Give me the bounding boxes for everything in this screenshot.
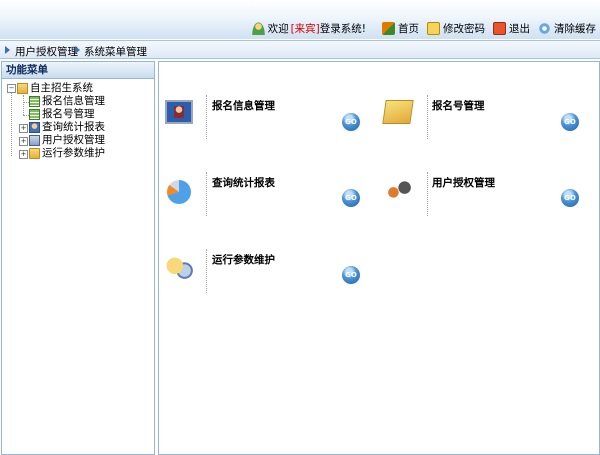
- breadcrumb: 用户授权管理 系统菜单管理: [0, 40, 600, 59]
- go-button-registration-info[interactable]: GO: [342, 113, 360, 131]
- home-link[interactable]: 首页: [398, 21, 419, 36]
- home-icon[interactable]: [382, 21, 395, 35]
- tile-title-user-auth: 用户授权管理: [432, 177, 495, 189]
- go-button-user-auth[interactable]: GO: [561, 189, 579, 207]
- users-icon: [385, 178, 413, 202]
- refresh-icon[interactable]: [538, 21, 551, 35]
- guest-label: [来宾]: [290, 22, 320, 35]
- folder-cards-icon: [382, 100, 414, 124]
- breadcrumb-arrow-icon: [5, 46, 10, 54]
- sidebar-item-registration-info[interactable]: 报名信息管理: [42, 95, 105, 108]
- breadcrumb-arrow-icon: [75, 46, 80, 54]
- main-panel: 报名信息管理 GO 报名号管理 GO 查询统计报表 GO 用户授权管理 GO 运…: [158, 61, 600, 455]
- top-nav: 欢迎 [来宾] 登录系统! 首页 修改密码 退出 清除缓存: [246, 20, 598, 36]
- breadcrumb-item-current: 系统菜单管理: [84, 46, 147, 58]
- pie-chart-icon: [167, 180, 191, 204]
- settings-folder-icon: [165, 255, 193, 279]
- top-banner: 欢迎 [来宾] 登录系统! 首页 修改密码 退出 清除缓存: [0, 0, 600, 39]
- tile-title-registration-info: 报名信息管理: [212, 100, 275, 112]
- logout-icon[interactable]: [493, 21, 506, 35]
- tile-title-runtime-params: 运行参数维护: [212, 254, 275, 266]
- sidebar-item-runtime-params[interactable]: 运行参数维护: [42, 147, 105, 160]
- welcome-prefix: 欢迎: [267, 22, 289, 35]
- edit-password-icon[interactable]: [427, 21, 440, 35]
- tree-root-label[interactable]: 自主招生系统: [30, 82, 93, 95]
- monitor-user-icon: [165, 100, 193, 124]
- expand-toggle[interactable]: +: [19, 150, 28, 159]
- breadcrumb-item[interactable]: 用户授权管理: [15, 44, 78, 59]
- table-icon: [29, 96, 40, 107]
- clear-cache-link[interactable]: 清除缓存: [554, 21, 596, 36]
- go-button-runtime-params[interactable]: GO: [342, 266, 360, 284]
- welcome-suffix: 登录系统!: [319, 22, 366, 35]
- change-password-link[interactable]: 修改密码: [443, 21, 485, 36]
- sidebar-item-user-auth[interactable]: 用户授权管理: [42, 134, 105, 147]
- table-icon: [29, 109, 40, 120]
- sidebar-title: 功能菜单: [2, 62, 154, 79]
- expand-toggle[interactable]: +: [19, 124, 28, 133]
- sidebar: 功能菜单 − 自主招生系统 报名信息管理 报名号管理 + 查询统计报表 + 用户…: [1, 61, 155, 455]
- sidebar-item-query-report[interactable]: 查询统计报表: [42, 121, 105, 134]
- expand-toggle[interactable]: +: [19, 137, 28, 146]
- collapse-toggle[interactable]: −: [7, 84, 16, 93]
- tile-title-query-report: 查询统计报表: [212, 177, 275, 189]
- tile-title-registration-number: 报名号管理: [432, 100, 485, 112]
- report-icon: [29, 122, 40, 133]
- go-button-query-report[interactable]: GO: [342, 189, 360, 207]
- go-button-registration-number[interactable]: GO: [561, 113, 579, 131]
- user-icon: [251, 21, 265, 35]
- logout-link[interactable]: 退出: [509, 21, 530, 36]
- sidebar-item-registration-number[interactable]: 报名号管理: [42, 108, 95, 121]
- root-folder-icon: [17, 83, 28, 94]
- folder-icon: [29, 148, 40, 159]
- user-management-icon: [29, 135, 40, 146]
